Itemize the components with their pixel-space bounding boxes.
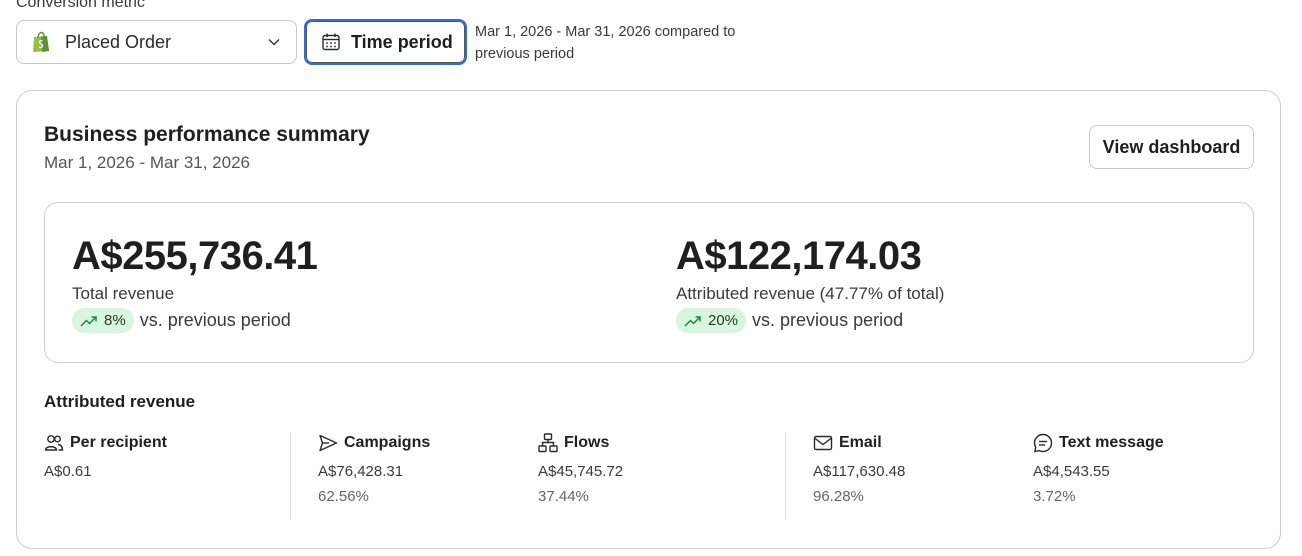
stat-label: Flows (564, 434, 610, 451)
stat-value: A$4,543.55 (1033, 463, 1110, 480)
flow-icon (538, 433, 558, 453)
conversion-metric-select[interactable]: Placed Order (16, 20, 297, 64)
stat-percent: 37.44% (538, 488, 589, 505)
card-title: Business performance summary (44, 123, 370, 146)
attributed-revenue-change: 20% vs. previous period (676, 308, 944, 333)
stat-label: Campaigns (344, 434, 431, 451)
attributed-revenue-amount: A$122,174.03 (676, 234, 922, 278)
stat-email: Email A$117,630.48 96.28% (813, 432, 905, 505)
view-dashboard-button[interactable]: View dashboard (1089, 125, 1254, 169)
stat-value: A$117,630.48 (813, 463, 906, 480)
people-icon (44, 433, 64, 453)
attributed-revenue-block: A$122,174.03 Attributed revenue (47.77% … (676, 231, 944, 333)
send-icon (318, 433, 338, 453)
total-revenue-label: Total revenue (72, 284, 175, 303)
attributed-revenue-section-title: Attributed revenue (44, 392, 196, 411)
stat-label: Email (839, 434, 882, 451)
stat-value: A$0.61 (44, 463, 92, 480)
stat-label: Per recipient (70, 434, 167, 451)
total-revenue-change: 8% vs. previous period (72, 308, 317, 333)
trend-up-icon (684, 314, 702, 328)
trend-up-icon (80, 314, 98, 328)
stat-value: A$45,745.72 (538, 463, 624, 480)
change-badge: 20% (676, 308, 747, 333)
business-performance-card: Business performance summary Mar 1, 2026… (16, 90, 1281, 549)
stat-campaigns: Campaigns A$76,428.31 62.56% (318, 432, 430, 505)
vs-text: vs. previous period (139, 310, 291, 330)
time-period-label: Time period (351, 31, 453, 52)
vs-text: vs. previous period (752, 310, 904, 330)
stat-flows: Flows A$45,745.72 37.44% (538, 432, 623, 505)
change-value: 20% (708, 312, 739, 329)
stat-divider (290, 432, 291, 520)
stat-label: Text message (1059, 434, 1164, 451)
stat-percent: 62.56% (318, 488, 369, 505)
stat-divider (785, 432, 786, 520)
stat-per-recipient: Per recipient A$0.61 (44, 432, 167, 480)
conversion-metric-value: Placed Order (65, 31, 172, 52)
message-icon (1033, 433, 1053, 453)
attributed-revenue-label: Attributed revenue (47.77% of total) (676, 284, 945, 303)
change-badge: 8% (72, 308, 134, 333)
stat-value: A$76,428.31 (318, 463, 404, 480)
conversion-metric-label: Conversion metric (16, 0, 145, 11)
stat-text-message: Text message A$4,543.55 3.72% (1033, 432, 1164, 505)
card-date-range: Mar 1, 2026 - Mar 31, 2026 (44, 153, 251, 172)
mail-icon (813, 433, 833, 453)
stat-percent: 3.72% (1033, 488, 1076, 505)
totals-box: A$255,736.41 Total revenue 8% vs. previo… (44, 202, 1254, 363)
calendar-icon (321, 32, 341, 52)
change-value: 8% (104, 312, 126, 329)
shopify-bag-icon (31, 31, 53, 53)
comparison-period-note: Mar 1, 2026 - Mar 31, 2026 compared to p… (475, 24, 736, 62)
total-revenue-block: A$255,736.41 Total revenue 8% vs. previo… (72, 231, 318, 333)
total-revenue-amount: A$255,736.41 (72, 234, 318, 278)
stat-percent: 96.28% (813, 488, 864, 505)
time-period-button[interactable]: Time period (304, 19, 467, 65)
chevron-down-icon (268, 35, 282, 49)
